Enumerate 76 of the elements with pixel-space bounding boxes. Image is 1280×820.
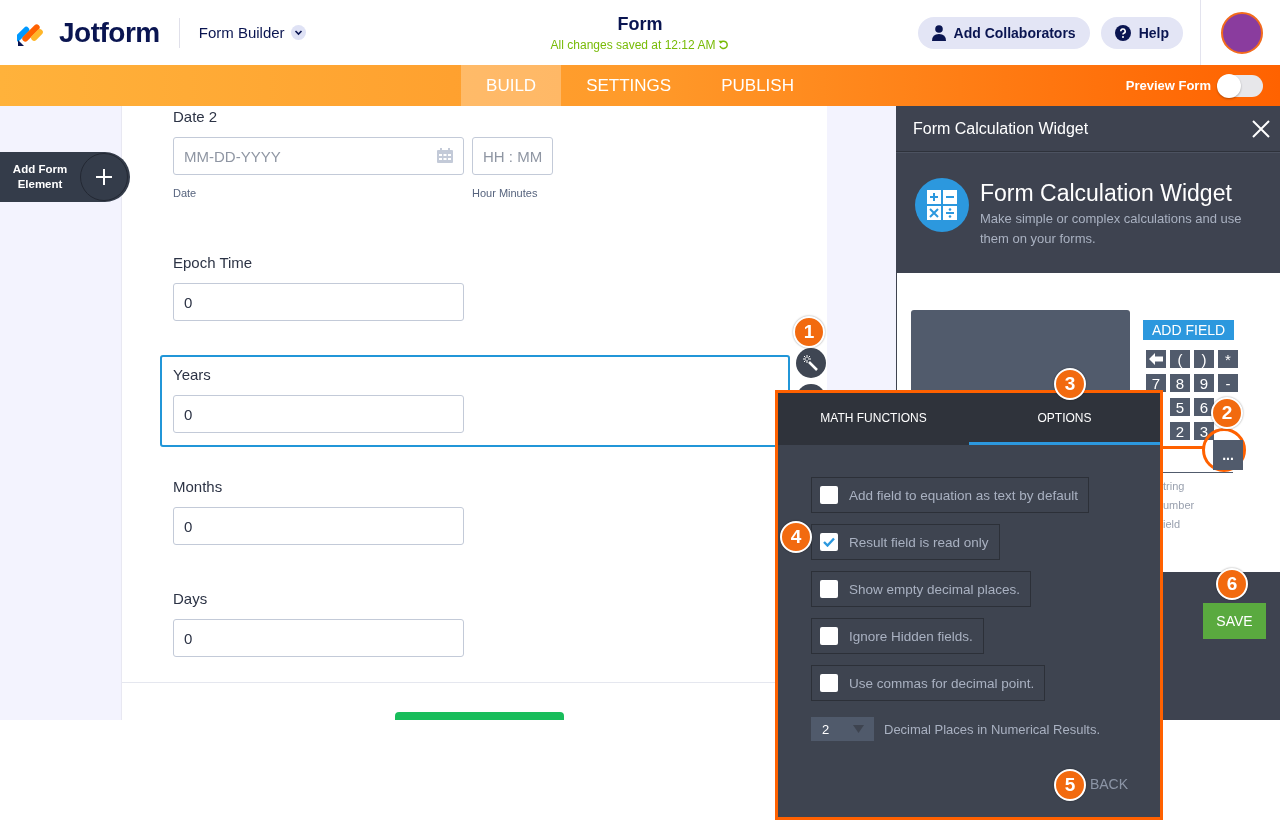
preview-form-label: Preview Form <box>1125 78 1211 93</box>
checkbox[interactable] <box>820 533 838 551</box>
decimal-label: Decimal Places in Numerical Results. <box>884 721 1100 737</box>
keypad-key[interactable]: 6 <box>1194 398 1214 416</box>
option-text: umber <box>1162 499 1196 511</box>
option-row[interactable]: Result field is read only <box>811 524 1000 560</box>
keypad-key[interactable]: 7 <box>1146 374 1166 392</box>
field-sublabel: Date <box>173 187 198 199</box>
plus-icon <box>95 168 113 186</box>
check-icon <box>823 537 835 547</box>
checkbox[interactable] <box>820 486 838 504</box>
text-input[interactable]: 0 <box>173 283 464 321</box>
keypad-key[interactable]: 8 <box>1170 374 1190 392</box>
add-collaborators-button[interactable]: Add Collaborators <box>917 16 1090 49</box>
help-icon <box>1114 24 1131 41</box>
option-row[interactable]: Use commas for decimal point. <box>811 665 1046 701</box>
widget-title: Form Calculation Widget <box>980 180 1233 207</box>
option-label: Use commas for decimal point. <box>849 675 1035 691</box>
option-row[interactable]: Add field to equation as text by default <box>811 477 1089 513</box>
checkbox[interactable] <box>820 627 838 645</box>
time-input[interactable]: HH : MM <box>472 137 553 175</box>
field-block[interactable]: Days 0 <box>160 579 790 671</box>
keypad-key[interactable]: 5 <box>1170 398 1190 416</box>
field-sublabel: Hour Minutes <box>472 187 539 199</box>
keypad-key[interactable]: 3 <box>1194 422 1214 440</box>
select-value: 2 <box>822 721 830 737</box>
wand-button[interactable] <box>796 348 826 378</box>
caret-down-icon <box>853 725 864 733</box>
option-label: Show empty decimal places. <box>849 581 1021 597</box>
preview-toggle[interactable] <box>1219 74 1263 97</box>
field-block[interactable]: Epoch Time 0 <box>160 243 790 335</box>
wand-icon <box>803 355 819 371</box>
option-row[interactable]: Ignore Hidden fields. <box>811 618 984 654</box>
avatar[interactable] <box>1221 11 1263 54</box>
keypad-key[interactable]: - <box>1218 374 1238 392</box>
field-block[interactable]: Date 2 MM-DD-YYYY Date HH : MM Hour Minutes <box>160 106 790 213</box>
calculator-icon <box>915 178 969 232</box>
decimal-select[interactable]: 2 <box>811 717 874 741</box>
text-input[interactable]: 0 <box>173 395 464 433</box>
text-input[interactable]: 0 <box>173 619 464 657</box>
field-label: Years <box>173 366 212 383</box>
chevron-down-icon[interactable] <box>290 25 306 40</box>
option-label: Add field to equation as text by default <box>849 487 1078 503</box>
save-status: All changes saved at 12:12 AM <box>550 37 716 52</box>
form-title: Form <box>617 13 663 35</box>
refresh-icon <box>718 39 730 50</box>
text-input[interactable]: 0 <box>173 507 464 545</box>
field-label: Date 2 <box>173 108 219 125</box>
widget-description: Make simple or complex calculations and use them on your forms. <box>980 210 1243 248</box>
keypad-key[interactable]: ) <box>1194 350 1214 368</box>
keypad-key[interactable]: 9 <box>1194 374 1214 392</box>
calendar-icon <box>437 148 453 163</box>
checkbox[interactable] <box>820 674 838 692</box>
backspace-key[interactable] <box>1146 350 1166 368</box>
option-label: Result field is read only <box>849 534 989 550</box>
person-icon <box>931 24 946 41</box>
field-label: Epoch Time <box>173 254 254 271</box>
arrow-left-icon <box>1149 353 1163 365</box>
keypad-key[interactable]: 2 <box>1170 422 1190 440</box>
product-name: Form Builder <box>198 24 285 41</box>
option-text: tring <box>1162 480 1186 492</box>
keypad-key[interactable]: * <box>1218 350 1238 368</box>
panel-title: Form Calculation Widget <box>913 119 1089 138</box>
date-input[interactable]: MM-DD-YYYY <box>173 137 464 175</box>
field-label: Months <box>173 478 224 495</box>
option-label: Ignore Hidden fields. <box>849 628 973 644</box>
add-form-element-button[interactable]: Add Form Element <box>0 152 130 202</box>
close-icon[interactable] <box>1252 119 1270 138</box>
keypad-key[interactable]: ( <box>1170 350 1190 368</box>
checkbox[interactable] <box>820 580 838 598</box>
option-row[interactable]: Show empty decimal places. <box>811 571 1032 607</box>
help-button[interactable]: Help <box>1100 16 1183 49</box>
option-text: ield <box>1162 518 1182 530</box>
field-label: Days <box>173 590 209 607</box>
more-button[interactable]: ... <box>1213 440 1243 470</box>
brand-name: Jotform <box>59 16 160 49</box>
